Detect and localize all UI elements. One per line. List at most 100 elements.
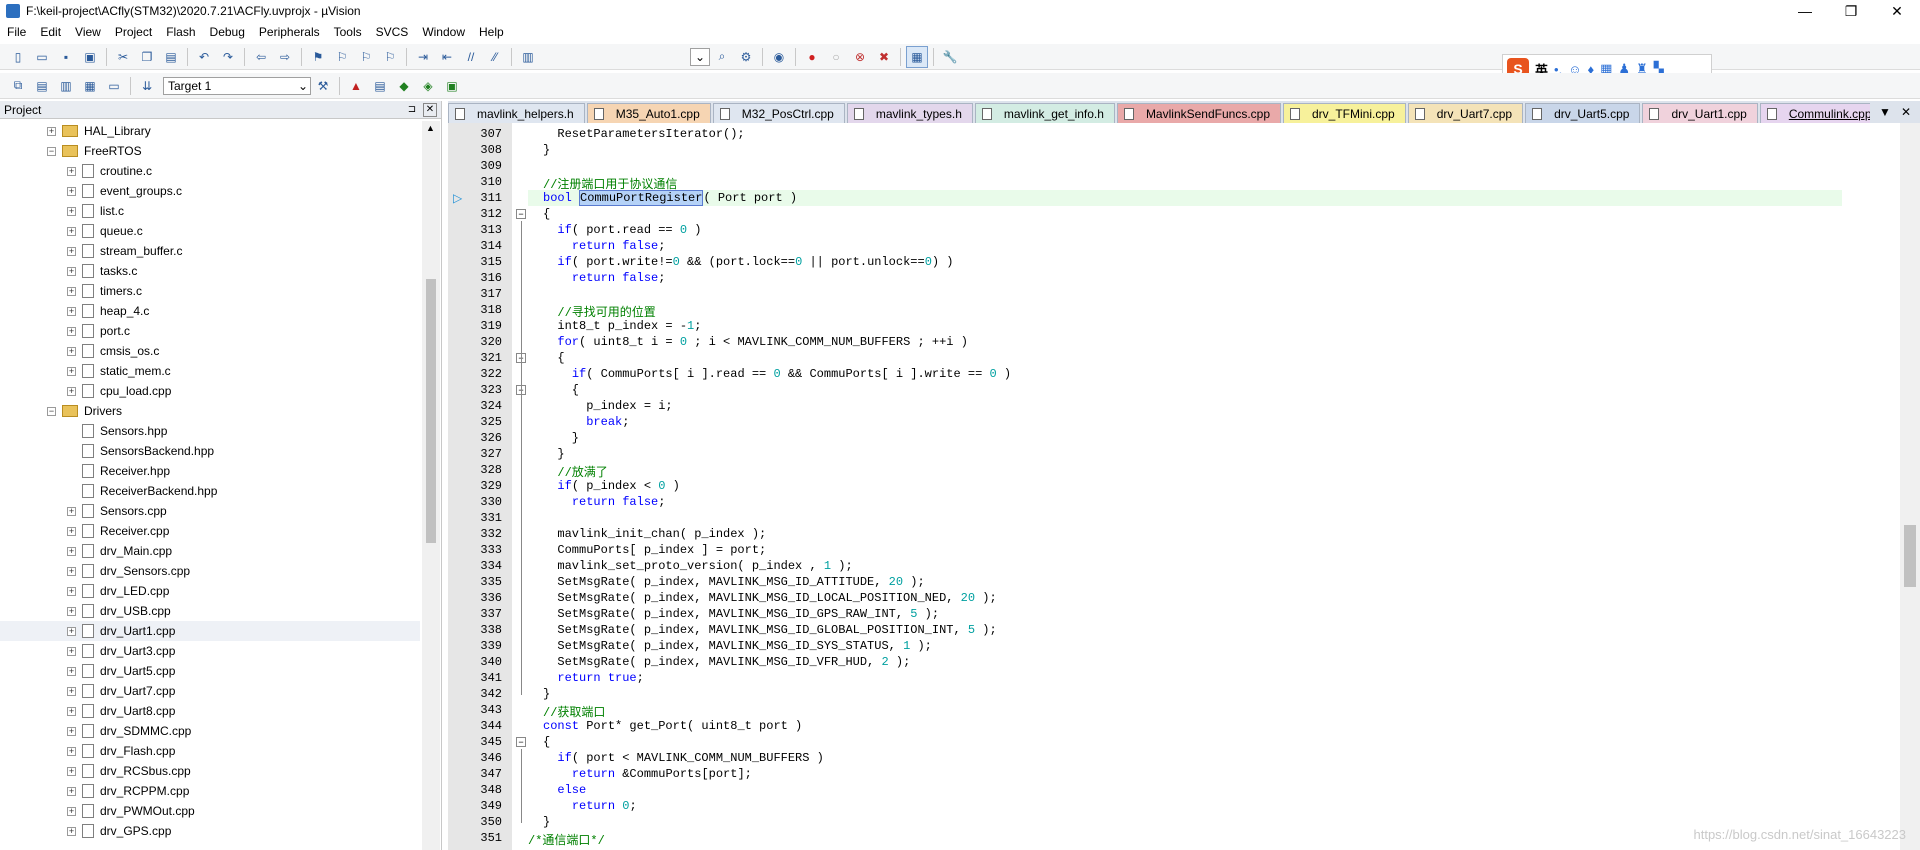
- software-packs-icon[interactable]: ▣: [441, 75, 463, 97]
- editor-tab[interactable]: Commulink.cpp: [1759, 103, 1883, 123]
- tree-file[interactable]: + Receiver.cpp: [67, 521, 169, 541]
- indent-icon[interactable]: ⇥: [412, 46, 434, 68]
- scrollbar-thumb[interactable]: [426, 279, 436, 543]
- tree-file[interactable]: Receiver.hpp: [67, 461, 170, 481]
- tree-file[interactable]: + drv_Uart5.cpp: [67, 661, 175, 681]
- expand-icon[interactable]: +: [67, 306, 76, 316]
- target-options-icon[interactable]: ⚒: [312, 75, 334, 97]
- code-editor[interactable]: https://blog.csdn.net/sinat_16643223 307…: [448, 123, 1920, 850]
- close-tab-icon[interactable]: ✕: [1901, 105, 1911, 119]
- stop-build-icon[interactable]: ▭: [103, 75, 125, 97]
- uncomment-icon[interactable]: ⁄⁄: [484, 46, 506, 68]
- expand-icon[interactable]: +: [67, 166, 76, 176]
- incremental-find-icon[interactable]: ⚙: [735, 46, 757, 68]
- window-layout-icon[interactable]: ▦: [906, 45, 928, 68]
- build-icon[interactable]: ▤: [31, 75, 53, 97]
- tree-file[interactable]: + drv_Sensors.cpp: [67, 561, 190, 581]
- menu-help[interactable]: Help: [472, 25, 511, 39]
- maximize-button[interactable]: ❐: [1828, 0, 1874, 22]
- save-icon[interactable]: ▪: [55, 46, 77, 68]
- editor-tab[interactable]: M32_PosCtrl.cpp: [712, 103, 845, 123]
- kill-breakpoints-icon[interactable]: ✖: [873, 46, 895, 68]
- tree-file[interactable]: + drv_GPS.cpp: [67, 821, 171, 841]
- tree-folder[interactable]: − Drivers: [47, 401, 122, 421]
- expand-icon[interactable]: +: [67, 506, 76, 516]
- tree-file[interactable]: Sensors.hpp: [67, 421, 167, 441]
- configure-icon[interactable]: 🔧: [939, 46, 961, 68]
- expand-icon[interactable]: +: [67, 606, 76, 616]
- tree-file[interactable]: + event_groups.c: [67, 181, 182, 201]
- new-file-icon[interactable]: ▯: [7, 46, 29, 68]
- cut-icon[interactable]: ✂: [112, 46, 134, 68]
- expand-icon[interactable]: +: [67, 726, 76, 736]
- close-panel-icon[interactable]: ✕: [423, 102, 437, 117]
- minimize-button[interactable]: —: [1782, 0, 1828, 22]
- tree-file[interactable]: + drv_Uart1.cpp: [0, 621, 420, 641]
- expand-icon[interactable]: +: [47, 126, 56, 136]
- nav-back-icon[interactable]: ⇦: [250, 46, 272, 68]
- comment-icon[interactable]: //: [460, 46, 482, 68]
- editor-scrollbar[interactable]: [1900, 123, 1920, 850]
- expand-icon[interactable]: +: [67, 246, 76, 256]
- scroll-up-icon[interactable]: ▲: [426, 123, 435, 133]
- fold-toggle-icon[interactable]: −: [516, 209, 526, 219]
- batch-build-icon[interactable]: ▦: [79, 75, 101, 97]
- bookmark-icon[interactable]: ⚑: [307, 46, 329, 68]
- expand-icon[interactable]: +: [67, 286, 76, 296]
- tree-file[interactable]: + drv_Flash.cpp: [67, 741, 175, 761]
- redo-icon[interactable]: ↷: [217, 46, 239, 68]
- tree-file[interactable]: + stream_buffer.c: [67, 241, 183, 261]
- menu-view[interactable]: View: [68, 25, 108, 39]
- debug-session-icon[interactable]: ◉: [768, 46, 790, 68]
- menu-tools[interactable]: Tools: [327, 25, 369, 39]
- menu-flash[interactable]: Flash: [159, 25, 202, 39]
- editor-scrollbar-thumb[interactable]: [1904, 525, 1916, 587]
- tree-file[interactable]: + static_mem.c: [67, 361, 171, 381]
- tab-list-dropdown-icon[interactable]: ▼: [1879, 105, 1891, 119]
- fold-toggle-icon[interactable]: −: [516, 737, 526, 747]
- expand-icon[interactable]: +: [67, 806, 76, 816]
- menu-project[interactable]: Project: [108, 25, 159, 39]
- expand-icon[interactable]: +: [67, 766, 76, 776]
- tree-file[interactable]: + drv_PWMOut.cpp: [67, 801, 195, 821]
- menu-file[interactable]: File: [0, 25, 33, 39]
- tree-folder[interactable]: − FreeRTOS: [47, 141, 142, 161]
- download-icon[interactable]: ⇊: [136, 75, 158, 97]
- tree-file[interactable]: + Sensors.cpp: [67, 501, 167, 521]
- menu-edit[interactable]: Edit: [33, 25, 68, 39]
- nav-forward-icon[interactable]: ⇨: [274, 46, 296, 68]
- expand-icon[interactable]: +: [67, 226, 76, 236]
- tree-file[interactable]: + heap_4.c: [67, 301, 149, 321]
- menu-svcs[interactable]: SVCS: [369, 25, 416, 39]
- tree-file[interactable]: + drv_Uart8.cpp: [67, 701, 175, 721]
- select-packs-icon[interactable]: ▤: [369, 75, 391, 97]
- close-window-button[interactable]: ✕: [1874, 0, 1920, 22]
- editor-tab[interactable]: drv_Uart1.cpp: [1642, 103, 1758, 123]
- clear-bookmarks-icon[interactable]: ⚐: [379, 46, 401, 68]
- expand-icon[interactable]: +: [67, 786, 76, 796]
- tree-file[interactable]: + drv_Uart3.cpp: [67, 641, 175, 661]
- menu-window[interactable]: Window: [415, 25, 472, 39]
- collapse-icon[interactable]: −: [47, 406, 56, 416]
- tree-file[interactable]: + drv_LED.cpp: [67, 581, 169, 601]
- editor-tab[interactable]: MavlinkSendFuncs.cpp: [1116, 103, 1281, 123]
- tree-file[interactable]: + drv_Main.cpp: [67, 541, 172, 561]
- prev-bookmark-icon[interactable]: ⚐: [331, 46, 353, 68]
- expand-icon[interactable]: +: [67, 746, 76, 756]
- find-combo-dropdown[interactable]: ⌄: [690, 47, 710, 66]
- menu-debug[interactable]: Debug: [203, 25, 252, 39]
- manage-project-items-icon[interactable]: ▲: [345, 75, 367, 97]
- tree-file[interactable]: + list.c: [67, 201, 124, 221]
- editor-tab[interactable]: mavlink_helpers.h: [448, 103, 585, 123]
- expand-icon[interactable]: +: [67, 346, 76, 356]
- menu-peripherals[interactable]: Peripherals: [252, 25, 327, 39]
- target-select[interactable]: Target 1 ⌄: [163, 76, 311, 95]
- rebuild-icon[interactable]: ▥: [55, 75, 77, 97]
- tree-file[interactable]: + tasks.c: [67, 261, 137, 281]
- expand-icon[interactable]: +: [67, 386, 76, 396]
- unindent-icon[interactable]: ⇤: [436, 46, 458, 68]
- tree-file[interactable]: + cmsis_os.c: [67, 341, 159, 361]
- tree-file[interactable]: + drv_SDMMC.cpp: [67, 721, 191, 741]
- project-tree-scrollbar[interactable]: ▲: [422, 121, 440, 850]
- tree-folder[interactable]: + HAL_Library: [47, 121, 151, 141]
